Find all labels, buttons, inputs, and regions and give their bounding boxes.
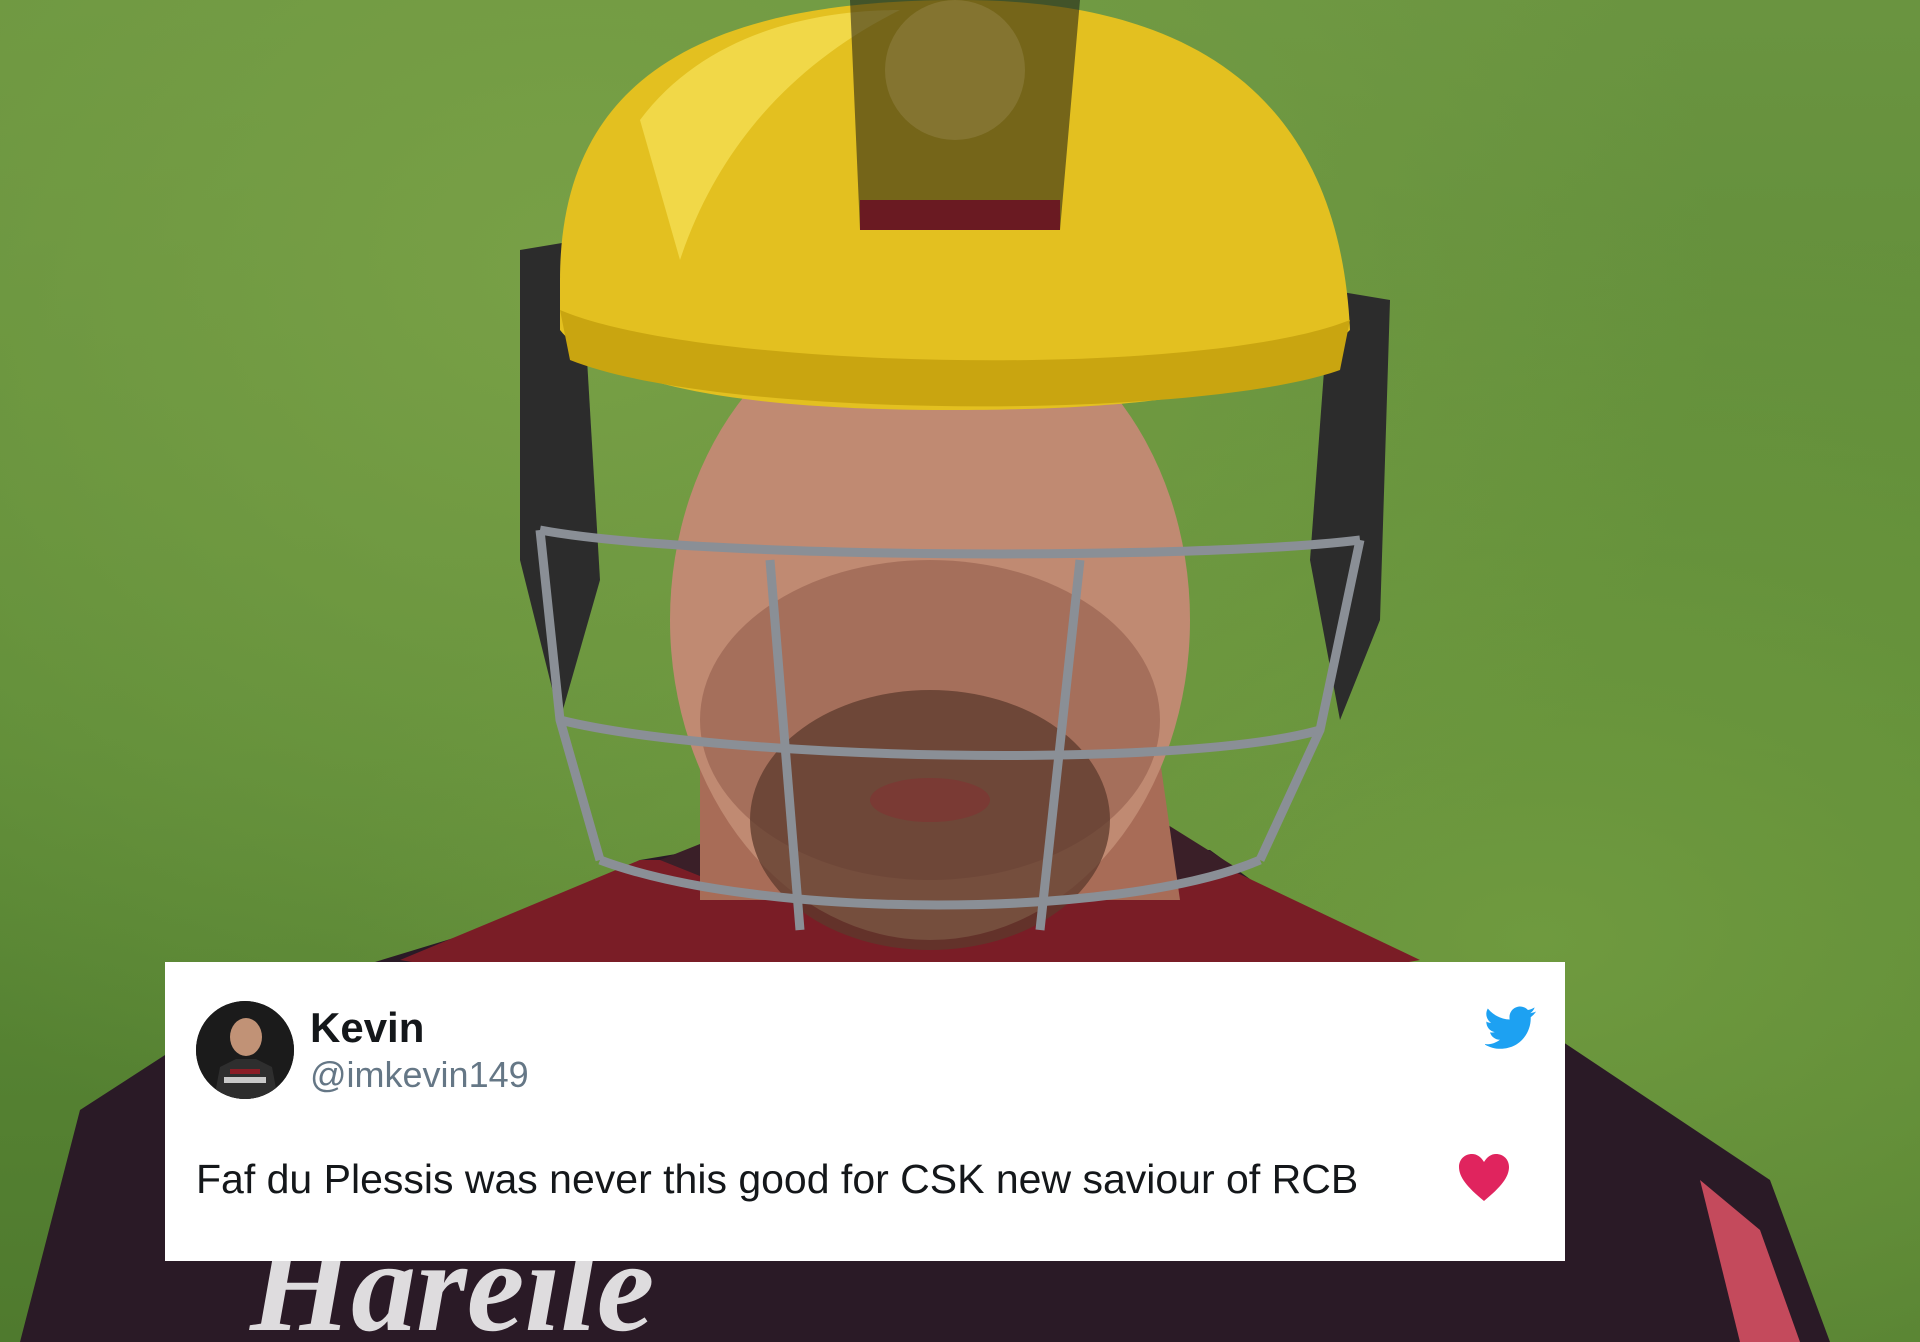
avatar-image [196, 1001, 294, 1099]
twitter-bird-icon[interactable] [1484, 1006, 1537, 1050]
display-name[interactable]: Kevin [310, 1004, 424, 1052]
tweet-text: Faf du Plessis was never this good for C… [196, 1156, 1359, 1202]
helmet-badge [850, 0, 1080, 230]
user-handle[interactable]: @imkevin149 [310, 1054, 529, 1096]
mouth [870, 778, 990, 822]
avatar[interactable] [196, 1001, 294, 1099]
tweet-card: Kevin @imkevin149 Faf du Plessis was nev… [165, 962, 1565, 1261]
red-heart-icon [1457, 1153, 1511, 1203]
